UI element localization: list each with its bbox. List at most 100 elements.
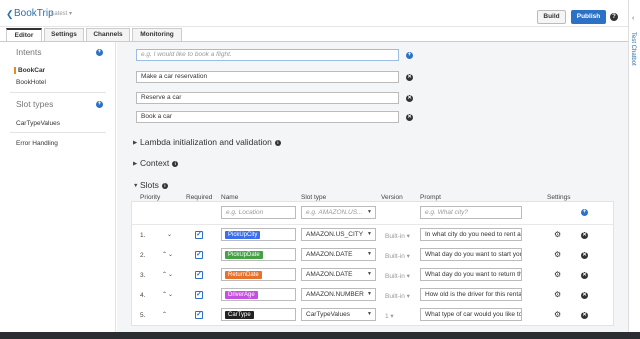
new-slot-name-input[interactable]: e.g. Location	[221, 206, 296, 219]
version-select[interactable]: 1 ▾	[385, 312, 394, 320]
bot-name[interactable]: BookTrip	[14, 8, 54, 19]
move-up-down-icon[interactable]: ⌃⌄	[162, 251, 174, 258]
slot-prompt-field[interactable]: In what city do you need to rent a c	[420, 228, 522, 241]
tab-monitoring[interactable]: Monitoring	[132, 28, 182, 41]
lambda-section-toggle[interactable]: ▶ Lambda initialization and validation i	[133, 137, 281, 147]
tab-editor[interactable]: Editor	[6, 28, 42, 41]
window-bottom-bar	[0, 332, 640, 339]
required-checkbox[interactable]: ✓	[195, 271, 203, 279]
utterance-input[interactable]: e.g. I would like to book a flight.	[136, 49, 399, 61]
col-name: Name	[221, 194, 239, 201]
intent-editor: e.g. I would like to book a flight. + Ma…	[117, 42, 628, 332]
col-version: Version	[381, 194, 403, 201]
slot-name-field[interactable]: DriverAge	[221, 288, 296, 301]
back-chevron-icon[interactable]: ❮	[6, 9, 14, 20]
slot-prompt-field[interactable]: What day do you want to start you	[420, 248, 522, 261]
dropdown-arrow-icon: ▼	[367, 209, 372, 215]
caret-right-icon: ▶	[133, 140, 138, 146]
col-settings: Settings	[547, 194, 571, 201]
remove-slot-icon[interactable]: ✕	[581, 252, 588, 259]
add-slot-icon[interactable]: +	[581, 209, 588, 216]
sidebar-item-bookhotel[interactable]: BookHotel	[16, 79, 46, 86]
slot-type-select[interactable]: AMAZON.US_CITY ▼	[301, 228, 376, 241]
utterance-item[interactable]: Reserve a car	[136, 92, 399, 104]
info-icon[interactable]: i	[274, 140, 281, 146]
required-checkbox[interactable]: ✓	[195, 251, 203, 259]
version-select[interactable]: Built-in ▾	[385, 252, 410, 260]
col-prompt: Prompt	[420, 194, 441, 201]
sidebar-item-error-handling[interactable]: Error Handling	[16, 140, 58, 147]
remove-slot-icon[interactable]: ✕	[581, 272, 588, 279]
add-utterance-icon[interactable]: +	[406, 52, 413, 59]
remove-slot-icon[interactable]: ✕	[581, 292, 588, 299]
build-button[interactable]: Build	[537, 10, 566, 24]
version-value: Built-in	[385, 293, 405, 300]
required-checkbox[interactable]: ✓	[195, 291, 203, 299]
slot-priority: 5.	[140, 312, 146, 319]
version-value: Built-in	[385, 273, 405, 280]
move-up-icon[interactable]: ⌃	[162, 311, 168, 318]
required-checkbox[interactable]: ✓	[195, 231, 203, 239]
gear-icon[interactable]: ⚙	[554, 311, 561, 319]
publish-button[interactable]: Publish	[571, 10, 606, 24]
move-down-icon[interactable]: ⌄	[167, 231, 173, 238]
row-divider	[131, 224, 614, 225]
slot-prompt-field[interactable]: What day do you want to return the	[420, 268, 522, 281]
slot-type-select[interactable]: AMAZON.DATE ▼	[301, 268, 376, 281]
remove-slot-icon[interactable]: ✕	[581, 232, 588, 239]
move-up-down-icon[interactable]: ⌃⌄	[162, 271, 174, 278]
move-up-down-icon[interactable]: ⌃⌄	[162, 291, 174, 298]
version-select[interactable]: Built-in ▾	[385, 232, 410, 240]
context-section-toggle[interactable]: ▶ Context i	[133, 158, 179, 168]
slot-type-select[interactable]: AMAZON.NUMBER ▼	[301, 288, 376, 301]
remove-utterance-icon[interactable]: ✕	[406, 114, 413, 121]
add-slot-type-icon[interactable]: +	[96, 101, 103, 108]
test-chatbot-label[interactable]: Test Chatbot	[630, 32, 636, 66]
chevron-left-icon[interactable]: ‹	[632, 15, 634, 22]
slot-name-field[interactable]: CarType	[221, 308, 296, 321]
remove-utterance-icon[interactable]: ✕	[406, 74, 413, 81]
col-slot-type: Slot type	[301, 194, 327, 201]
slots-section-toggle[interactable]: ▼ Slots i	[133, 180, 168, 190]
slot-prompt-field[interactable]: How old is the driver for this rental	[420, 288, 522, 301]
tab-channels[interactable]: Channels	[86, 28, 130, 41]
slot-name-field[interactable]: ReturnDate	[221, 268, 296, 281]
version-select[interactable]: Built-in ▾	[385, 292, 410, 300]
help-icon[interactable]: ?	[610, 13, 618, 21]
version-value: 1	[385, 313, 389, 320]
sidebar-divider	[10, 92, 106, 93]
info-icon[interactable]: i	[161, 183, 168, 189]
new-slot-prompt-input[interactable]: e.g. What city?	[420, 206, 522, 219]
lambda-section-title: Lambda initialization and validation	[140, 137, 272, 147]
utterance-item[interactable]: Book a car	[136, 111, 399, 123]
sidebar-item-bookcar[interactable]: BookCar	[14, 67, 45, 74]
info-icon[interactable]: i	[172, 161, 179, 167]
new-slot-type-select[interactable]: e.g. AMAZON.US... ▼	[301, 206, 376, 219]
remove-slot-icon[interactable]: ✕	[581, 312, 588, 319]
required-checkbox[interactable]: ✓	[195, 311, 203, 319]
col-priority: Priority	[140, 194, 161, 201]
slot-type-select[interactable]: CarTypeValues ▼	[301, 308, 376, 321]
sidebar-item-cartypevalues[interactable]: CarTypeValues	[16, 120, 60, 127]
utterance-item[interactable]: Make a car reservation	[136, 71, 399, 83]
test-chatbot-panel[interactable]: ‹ Test Chatbot	[628, 0, 640, 332]
slot-type-select[interactable]: AMAZON.DATE ▼	[301, 248, 376, 261]
slot-prompt-field[interactable]: What type of car would you like to	[420, 308, 522, 321]
gear-icon[interactable]: ⚙	[554, 271, 561, 279]
tab-settings[interactable]: Settings	[44, 28, 84, 41]
remove-utterance-icon[interactable]: ✕	[406, 95, 413, 102]
slot-name-field[interactable]: PickUpDate	[221, 248, 296, 261]
intents-heading: Intents	[16, 47, 42, 57]
version-selector[interactable]: Latest ▾	[51, 10, 72, 17]
gear-icon[interactable]: ⚙	[554, 291, 561, 299]
slot-name-chip: CarType	[225, 311, 254, 319]
new-slot-type-placeholder: e.g. AMAZON.US...	[306, 209, 363, 216]
gear-icon[interactable]: ⚙	[554, 231, 561, 239]
slot-priority: 4.	[140, 292, 146, 299]
slot-name-field[interactable]: PickUpCity	[221, 228, 296, 241]
version-select[interactable]: Built-in ▾	[385, 272, 410, 280]
slot-name-chip: ReturnDate	[225, 271, 262, 279]
dropdown-arrow-icon: ▼	[367, 231, 372, 237]
add-intent-icon[interactable]: +	[96, 49, 103, 56]
gear-icon[interactable]: ⚙	[554, 251, 561, 259]
